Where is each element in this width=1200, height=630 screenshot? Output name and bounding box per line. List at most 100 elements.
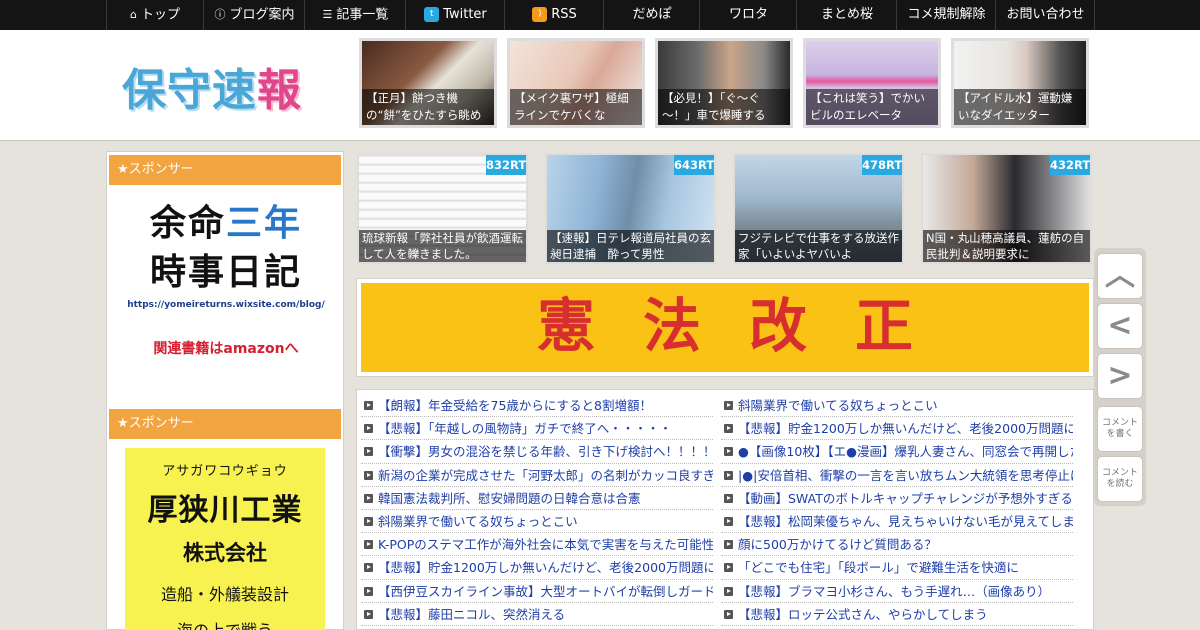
list-item[interactable]: 【朗報】年金受給を75歳からにすると8割増額！ [361,394,713,418]
list-item[interactable]: 韓国憲法裁判所、慰安婦問題の日韓合意は合憲 [361,487,713,510]
arrow-icon [724,609,733,619]
header-thumb[interactable]: 【アイドル水】運動嫌いなダイエッター [951,38,1089,128]
rt-card[interactable]: 643RT 【速報】日テレ報道局社員の玄昶日逮捕 酔って男性 [545,153,716,264]
list-item[interactable]: 「どこでも住宅」「段ボール」で避難生活を快適に [721,556,1073,580]
thumb-caption: 【これは笑う】でかいビルのエレベータ [806,89,938,125]
thumb-caption: 【アイドル水】運動嫌いなダイエッター [954,89,1086,125]
rt-badge: 432RT [1050,155,1090,175]
card-caption: N国・丸山穂高議員、蓮舫の自民批判＆説明要求に [923,230,1090,262]
nav-item-damepo[interactable]: だめぽ [605,0,700,30]
sponsor-ad-asagawa[interactable]: アサガワコウギョウ 厚狭川工業 株式会社 造船・外艤装設計 海の上で戦う [125,448,325,630]
list-item[interactable]: 斜陽業界で働いてる奴ちょっとこい [721,394,1073,418]
arrow-icon [724,447,733,457]
header-thumb[interactable]: 【正月】餅つき機の“餅”をひたすら眺め [359,38,497,128]
site-logo[interactable]: 保守速報 [122,54,302,118]
list-icon: ☰ [322,8,333,21]
nav-item-article-list[interactable]: ☰ 記事一覧 [306,0,406,30]
arrow-icon [364,563,373,573]
arrow-icon [364,424,373,434]
list-item[interactable]: 【悲報】松岡茉優ちゃん、見えちゃいけない毛が見えてしまう [721,510,1073,534]
rss-icon: ) [532,7,548,22]
arrow-icon [364,447,373,457]
nav-label: ブログ案内 [229,7,295,23]
amazon-link[interactable]: 関連書籍はamazonへ [121,338,331,358]
article-list: 【朗報】年金受給を75歳からにすると8割増額！ 【悲報】「年越しの風物詩」ガチで… [356,389,1094,630]
constitution-banner[interactable]: 憲法改正 [356,278,1094,377]
chevron-right-icon: > [1107,358,1133,393]
arrow-icon [364,586,373,596]
list-item[interactable]: 【悲報】貯金1200万しか無いんだけど、老後2000万問題に怯え [721,417,1073,441]
nav-item-rss[interactable]: ) RSS [506,0,604,30]
card-caption: フジテレビで仕事をする放送作家「いよいよヤバいよ [735,230,902,262]
nav-label: まとめ桜 [820,7,873,22]
list-item[interactable]: 【西伊豆スカイライン事故】大型オートバイが転倒しガードレ [361,580,713,603]
arrow-icon [364,540,373,550]
list-item[interactable]: 【悲報】ロッテ公式さん、やらかしてしまう [721,603,1073,626]
scroll-top-button[interactable]: ︿ [1097,253,1143,299]
list-item[interactable]: 【悲報】「年越しの風物詩」ガチで終了へ・・・・・ [361,417,713,441]
sidebar: ★スポンサー 余命三年 時事日記 https://yomeireturns.wi… [106,151,344,630]
rt-badge: 643RT [674,155,714,175]
nav-item-top[interactable]: ⌂ トップ [106,0,204,30]
chevron-left-icon: < [1107,308,1133,343]
list-item[interactable]: 新潟の企業が完成させた「河野太郎」の名刺がカッコ良すぎる [361,464,713,487]
arrow-icon [364,493,373,503]
arrow-icon [724,516,733,526]
twitter-icon: t [424,7,440,22]
banner-text: 憲法改正 [536,292,961,360]
list-item[interactable]: 【悲報】貯金1200万しか無いんだけど、老後2000万問題に怯え [361,556,713,580]
list-item[interactable]: ●【画像10枚】【エ●漫画】爆乳人妻さん、同窓会で再開した同 [721,440,1073,464]
list-item[interactable]: 【動画】SWATのボトルキャップチャレンジが予想外すぎるwww [721,487,1073,510]
arrow-icon [364,609,373,619]
arrow-icon [724,563,733,573]
arrow-icon [724,493,733,503]
prev-button[interactable]: < [1097,303,1143,349]
arrow-icon [364,470,373,480]
rt-card[interactable]: 832RT 琉球新報「弊社社員が飲酒運転して人を轢きました。 [357,153,528,264]
comment-read-button[interactable]: コメントを読む [1097,456,1143,502]
nav-item-twitter[interactable]: t Twitter [407,0,505,30]
card-caption: 琉球新報「弊社社員が飲酒運転して人を轢きました。 [359,230,526,262]
list-item[interactable]: 【悲報】藤田ニコル、突然消える [361,603,713,626]
home-icon: ⌂ [130,8,137,21]
arrow-icon [724,424,733,434]
nav-label: トップ [140,7,180,23]
rt-badge: 478RT [862,155,902,175]
top-navigation: ⌂ トップ ⓘ ブログ案内 ☰ 記事一覧 t Twitter ) RSS だめぽ ワロタ … [0,0,1200,30]
nav-item-warota[interactable]: ワロタ [701,0,797,30]
rt-card[interactable]: 478RT フジテレビで仕事をする放送作家「いよいよヤバいよ [733,153,904,264]
header-thumb[interactable]: 【必見！】「ぐ～ぐ～！」車で爆睡する [655,38,793,128]
arrow-icon [364,516,373,526]
site-header: 保守速報 【正月】餅つき機の“餅”をひたすら眺め 【メイク裏ワザ】極細ラインでケ… [0,30,1200,141]
next-button[interactable]: > [1097,353,1143,399]
ad-url: https://yomeireturns.wixsite.com/blog/ [127,300,325,310]
nav-item-comment-unblock[interactable]: コメ規制解除 [898,0,996,30]
list-item[interactable]: |●|安倍首相、衝撃の一言を言い放ちムン大統領を思考停止に追 [721,464,1073,487]
card-caption: 【速報】日テレ報道局社員の玄昶日逮捕 酔って男性 [547,230,714,262]
arrow-icon [724,470,733,480]
nav-item-matome-sakura[interactable]: まとめ桜 [798,0,897,30]
thumb-caption: 【必見！】「ぐ～ぐ～！」車で爆睡する [658,89,790,125]
sponsor-ad-yomei[interactable]: 余命三年 時事日記 https://yomeireturns.wixsite.c… [121,200,331,380]
nav-label: ワロタ [728,7,768,22]
nav-item-blog-info[interactable]: ⓘ ブログ案内 [205,0,305,30]
list-item[interactable]: 【衝撃】男女の混浴を禁じる年齢、引き下げ検討へ！！！！！ [361,440,713,464]
nav-label: Twitter [443,7,487,22]
sponsor-heading: ★スポンサー [109,409,341,439]
thumb-caption: 【正月】餅つき機の“餅”をひたすら眺め [362,89,494,125]
rt-card[interactable]: 432RT N国・丸山穂高議員、蓮舫の自民批判＆説明要求に [921,153,1092,264]
list-item[interactable]: 顔に500万かけてるけど質問ある？ [721,533,1073,557]
header-thumb[interactable]: 【メイク裏ワザ】極細ラインでケバくな [507,38,645,128]
header-thumb[interactable]: 【これは笑う】でかいビルのエレベータ [803,38,941,128]
list-item[interactable]: 【悲報】ブラマヨ小杉さん、もう手遅れ…（画像あり） [721,580,1073,603]
sponsor-heading: ★スポンサー [109,155,341,185]
nav-label: お問い合わせ [1006,7,1085,22]
nav-item-contact[interactable]: お問い合わせ [997,0,1095,30]
nav-label: 記事一覧 [336,7,389,23]
comment-write-button[interactable]: コメントを書く [1097,406,1143,452]
thumb-caption: 【メイク裏ワザ】極細ラインでケバくな [510,89,642,125]
rt-badge: 832RT [486,155,526,175]
list-item[interactable]: 斜陽業界で働いてる奴ちょっとこい [361,510,713,534]
list-item[interactable]: K-POPのステマ工作が海外社会に本気で実害を与えた可能性が [361,533,713,557]
chevron-up-icon: ︿ [1105,258,1135,293]
